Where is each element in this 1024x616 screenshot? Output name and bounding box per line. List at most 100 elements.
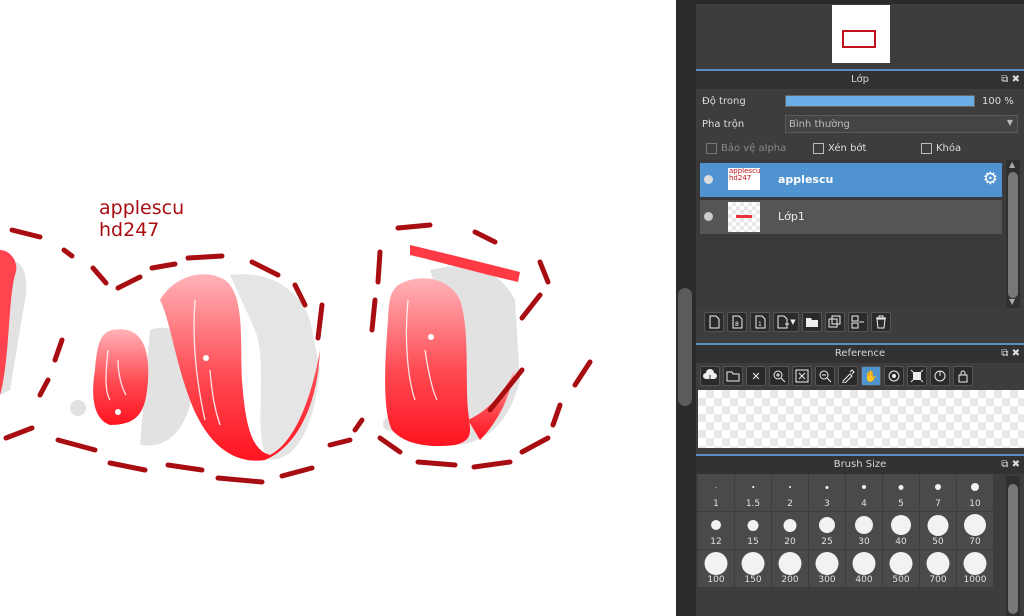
zoom-out-button[interactable] bbox=[815, 366, 835, 386]
brush-size-dot bbox=[752, 486, 754, 488]
duplicate-layer-button[interactable] bbox=[825, 312, 845, 332]
brush-size-cell[interactable]: 30 bbox=[846, 512, 882, 549]
blend-mode-select[interactable]: Bình thường ▼ bbox=[785, 115, 1018, 133]
close-icon[interactable]: ✖ bbox=[1012, 459, 1020, 470]
reset-view-button[interactable] bbox=[907, 366, 927, 386]
canvas-scrollbar-thumb[interactable] bbox=[678, 288, 692, 406]
rotate-right-button[interactable] bbox=[930, 366, 950, 386]
brush-size-cell[interactable]: 100 bbox=[698, 550, 734, 587]
new-8bit-layer-button[interactable]: 8 bbox=[727, 312, 747, 332]
brush-size-cell[interactable]: 4 bbox=[846, 474, 882, 511]
brush-size-cell[interactable]: 10 bbox=[957, 474, 993, 511]
brush-size-dot bbox=[971, 483, 979, 491]
scroll-thumb[interactable] bbox=[1008, 484, 1018, 614]
layer-row-applescu[interactable]: applescu hd247 applescu ⚙ bbox=[700, 163, 1002, 197]
new-folder-button[interactable] bbox=[802, 312, 822, 332]
navigator-thumbnail-frame bbox=[842, 30, 876, 48]
opacity-slider-fill bbox=[786, 96, 974, 106]
open-reference-button[interactable] bbox=[723, 366, 743, 386]
brush-size-dot bbox=[926, 551, 950, 575]
checkbox-box bbox=[921, 143, 932, 154]
protect-alpha-label: Bảo vệ alpha bbox=[721, 143, 787, 154]
eyedropper-button[interactable] bbox=[838, 366, 858, 386]
popout-icon[interactable]: ⧉ bbox=[1001, 459, 1008, 470]
drawing-canvas[interactable]: applescu hd247 bbox=[0, 0, 676, 616]
hand-tool-button[interactable]: ✋ bbox=[861, 366, 881, 386]
merge-layer-button[interactable] bbox=[848, 312, 868, 332]
brush-size-cell[interactable]: 70 bbox=[957, 512, 993, 549]
brush-size-dot bbox=[891, 515, 911, 535]
brush-size-label: 7 bbox=[935, 499, 941, 509]
new-1bit-layer-button[interactable]: 1 bbox=[750, 312, 770, 332]
brush-size-cell[interactable]: 5 bbox=[883, 474, 919, 511]
close-icon[interactable]: ✖ bbox=[1012, 74, 1020, 85]
frame-icon bbox=[910, 369, 924, 383]
visibility-icon[interactable] bbox=[704, 212, 713, 221]
layer-row-lop1[interactable]: Lớp1 bbox=[700, 200, 1002, 234]
close-reference-button[interactable]: ✕ bbox=[746, 366, 766, 386]
right-panel: Lớp ⧉ ✖ Độ trong 100 % Pha trộn Bình thư… bbox=[696, 0, 1024, 616]
brush-size-cell[interactable]: 1 bbox=[698, 474, 734, 511]
merge-icon bbox=[851, 315, 864, 329]
zoom-in-button[interactable] bbox=[769, 366, 789, 386]
brush-size-cell[interactable]: 25 bbox=[809, 512, 845, 549]
brush-size-cell[interactable]: 200 bbox=[772, 550, 808, 587]
popout-icon[interactable]: ⧉ bbox=[1001, 74, 1008, 85]
brush-size-cell[interactable]: 12 bbox=[698, 512, 734, 549]
scroll-down-icon[interactable]: ▼ bbox=[1009, 297, 1015, 306]
brush-size-label: 4 bbox=[861, 499, 867, 509]
navigator-preview[interactable] bbox=[832, 5, 890, 63]
clip-checkbox[interactable]: Xén bớt bbox=[813, 143, 866, 154]
brush-size-cell[interactable]: 700 bbox=[920, 550, 956, 587]
add-layer-dropdown-button[interactable]: ▼ bbox=[773, 312, 799, 332]
brush-size-cell[interactable]: 400 bbox=[846, 550, 882, 587]
scroll-up-icon[interactable]: ▲ bbox=[1009, 160, 1015, 169]
brush-size-cell[interactable]: 1.5 bbox=[735, 474, 771, 511]
rotate-left-button[interactable] bbox=[884, 366, 904, 386]
folder-open-icon bbox=[726, 371, 740, 382]
brush-size-cell[interactable]: 3 bbox=[809, 474, 845, 511]
add-page-icon bbox=[777, 315, 790, 329]
close-icon[interactable]: ✖ bbox=[1012, 348, 1020, 359]
brush-size-dot bbox=[855, 516, 873, 534]
brush-size-cell[interactable]: 500 bbox=[883, 550, 919, 587]
reference-image-area[interactable] bbox=[698, 390, 1024, 448]
brush-size-dot bbox=[789, 486, 791, 488]
zoom-in-icon bbox=[773, 370, 786, 383]
brush-size-cell[interactable]: 50 bbox=[920, 512, 956, 549]
layer-toolbar: 8 1 ▼ bbox=[704, 312, 891, 332]
brush-size-dot bbox=[862, 485, 866, 489]
brush-size-label: 700 bbox=[929, 575, 947, 585]
visibility-icon[interactable] bbox=[704, 175, 713, 184]
brush-size-label: 12 bbox=[710, 537, 722, 547]
brush-size-cell[interactable]: 2 bbox=[772, 474, 808, 511]
layers-panel-header: Lớp ⧉ ✖ bbox=[696, 69, 1024, 89]
brush-size-cell[interactable]: 150 bbox=[735, 550, 771, 587]
brush-size-label: 5 bbox=[898, 499, 904, 509]
new-layer-button[interactable] bbox=[704, 312, 724, 332]
brush-size-dot bbox=[935, 484, 941, 490]
layer-thumb-mark bbox=[736, 215, 752, 218]
brush-size-cell[interactable]: 20 bbox=[772, 512, 808, 549]
brush-size-cell[interactable]: 300 bbox=[809, 550, 845, 587]
brush-size-cell[interactable]: 40 bbox=[883, 512, 919, 549]
folder-icon bbox=[806, 318, 818, 327]
lock-reference-button[interactable] bbox=[953, 366, 973, 386]
lock-checkbox[interactable]: Khóa bbox=[921, 143, 961, 154]
upload-reference-button[interactable] bbox=[700, 366, 720, 386]
fit-button[interactable] bbox=[792, 366, 812, 386]
brush-size-dot bbox=[783, 518, 797, 532]
brush-size-cell[interactable]: 15 bbox=[735, 512, 771, 549]
gear-icon[interactable]: ⚙ bbox=[983, 169, 998, 189]
popout-icon[interactable]: ⧉ bbox=[1001, 348, 1008, 359]
brush-size-dot bbox=[964, 514, 986, 536]
brush-size-cell[interactable]: 7 bbox=[920, 474, 956, 511]
brush-grid-scrollbar[interactable] bbox=[1006, 476, 1020, 616]
blend-mode-label: Pha trộn bbox=[702, 119, 745, 130]
delete-layer-button[interactable] bbox=[871, 312, 891, 332]
protect-alpha-checkbox[interactable]: Bảo vệ alpha bbox=[706, 143, 786, 154]
scroll-thumb[interactable] bbox=[1008, 172, 1018, 298]
layer-list-scrollbar[interactable]: ▲ ▼ bbox=[1006, 160, 1020, 308]
opacity-slider[interactable] bbox=[785, 95, 975, 107]
brush-size-cell[interactable]: 1000 bbox=[957, 550, 993, 587]
